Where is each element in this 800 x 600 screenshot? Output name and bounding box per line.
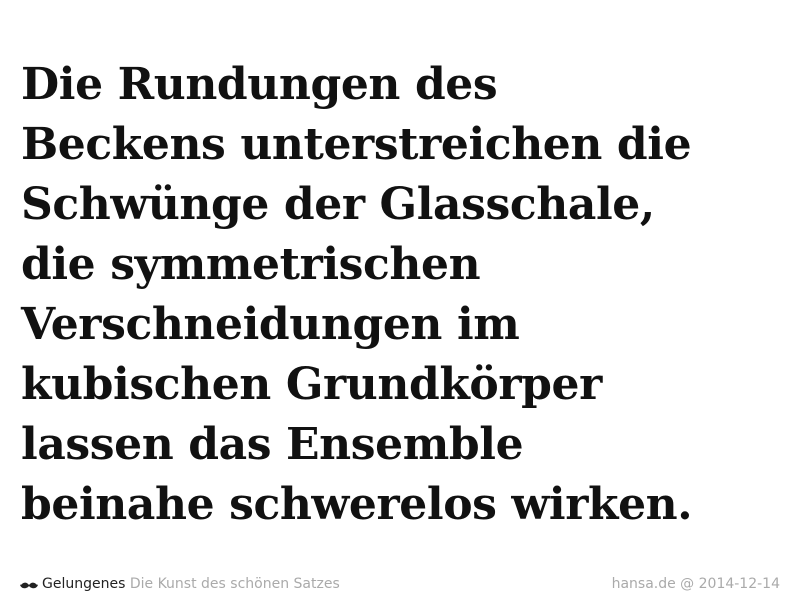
quote-line: Schwünge der Glasschale,	[21, 179, 655, 230]
quote-line: Verschneidungen im	[21, 299, 520, 350]
brand-tagline: Die Kunst des schönen Satzes	[129, 576, 340, 592]
mustache-icon	[20, 577, 38, 589]
brand-name: Gelungenes	[42, 576, 126, 592]
footer: Gelungenes Die Kunst des schönen Satzes …	[20, 574, 780, 594]
quote-line: lassen das Ensemble	[21, 419, 524, 470]
quote-line: beinahe schwerelos wirken.	[21, 479, 693, 530]
source-attribution: hansa.de @ 2014-12-14	[611, 576, 780, 592]
footer-branding: Gelungenes Die Kunst des schönen Satzes	[20, 574, 340, 594]
quote-line: Beckens unterstreichen die	[21, 119, 692, 170]
quote-text: Die Rundungen des Beckens unterstreichen…	[21, 55, 791, 535]
quote-line: die symmetrischen	[21, 239, 481, 290]
slide: Die Rundungen des Beckens unterstreichen…	[0, 0, 800, 600]
quote-line: Die Rundungen des	[21, 59, 498, 110]
quote-line: kubischen Grundkörper	[21, 359, 602, 410]
